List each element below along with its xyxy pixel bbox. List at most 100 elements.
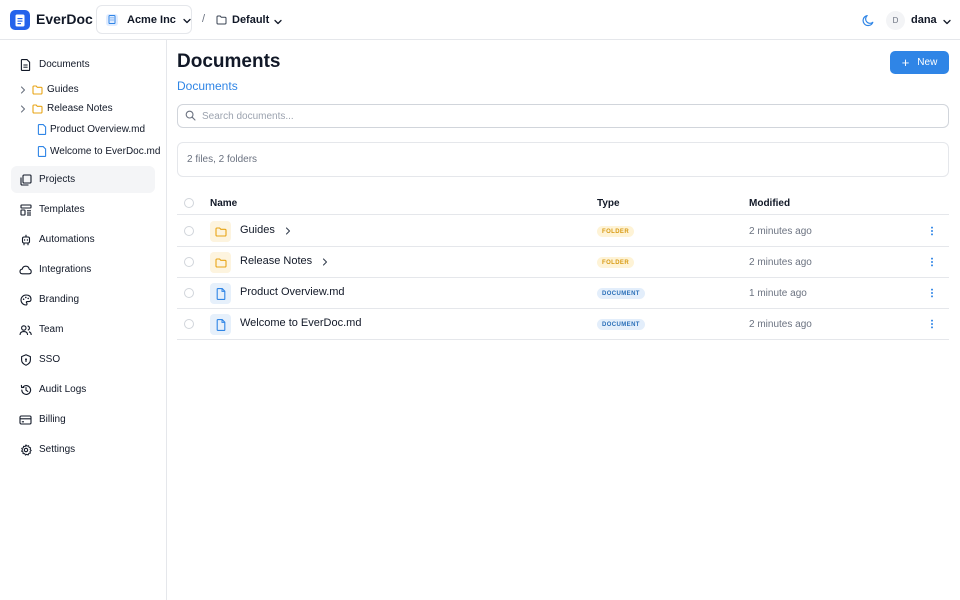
- folder-icon: [216, 13, 227, 28]
- sidebar-item-label: Audit Logs: [39, 384, 87, 395]
- history-icon: [19, 383, 32, 396]
- sidebar-item-settings[interactable]: Settings: [11, 436, 155, 463]
- more-options-icon[interactable]: [927, 224, 937, 238]
- sidebar-item-integrations[interactable]: Integrations: [11, 256, 155, 283]
- tree-item-label: Product Overview.md: [50, 124, 146, 135]
- folder-icon: [32, 103, 43, 114]
- tree-item-label: Guides: [47, 84, 79, 95]
- palette-icon: [19, 293, 32, 306]
- modified-time: 2 minutes ago: [749, 226, 812, 237]
- column-header-name[interactable]: Name: [210, 198, 237, 209]
- sidebar-item-team[interactable]: Team: [11, 316, 155, 343]
- more-options-icon[interactable]: [927, 317, 937, 331]
- org-switcher[interactable]: Acme Inc: [96, 5, 192, 34]
- sidebar-item-label: Team: [39, 324, 64, 335]
- sidebar-item-branding[interactable]: Branding: [11, 286, 155, 313]
- sidebar-item-automations[interactable]: Automations: [11, 226, 155, 253]
- search-box[interactable]: [177, 104, 949, 128]
- cloud-icon: [19, 263, 32, 276]
- shield-icon: [19, 353, 32, 366]
- sidebar-item-templates[interactable]: Templates: [11, 196, 155, 223]
- breadcrumb-separator: /: [202, 13, 206, 25]
- modified-time: 2 minutes ago: [749, 257, 812, 268]
- team-icon: [19, 323, 32, 336]
- sidebar-item-billing[interactable]: Billing: [11, 406, 155, 433]
- table-row[interactable]: Welcome to EverDoc.md DOCUMENT 2 minutes…: [177, 309, 949, 340]
- credit-card-icon: [19, 413, 32, 426]
- file-icon: [210, 314, 231, 335]
- sidebar-item-documents[interactable]: Documents: [11, 51, 155, 78]
- file-icon: [36, 146, 47, 157]
- org-name: Acme Inc: [127, 13, 176, 26]
- chevron-right-icon[interactable]: [18, 104, 28, 114]
- sidebar-item-label: Integrations: [39, 264, 92, 275]
- folder-icon: [210, 252, 231, 273]
- type-badge: DOCUMENT: [597, 288, 645, 299]
- type-badge: FOLDER: [597, 257, 635, 268]
- top-bar: EverDoc Acme Inc / Default D dana: [0, 0, 960, 40]
- building-icon: [106, 13, 118, 26]
- workspace-name: Default: [232, 14, 270, 26]
- row-checkbox[interactable]: [184, 226, 194, 236]
- row-name[interactable]: Product Overview.md: [240, 286, 345, 298]
- more-options-icon[interactable]: [927, 286, 937, 300]
- row-checkbox[interactable]: [184, 288, 194, 298]
- table-row[interactable]: Release Notes FOLDER 2 minutes ago: [177, 247, 949, 278]
- document-logo-icon[interactable]: [10, 10, 30, 30]
- search-icon: [185, 109, 196, 124]
- app-name[interactable]: EverDoc: [36, 11, 93, 27]
- column-header-modified[interactable]: Modified: [749, 198, 790, 209]
- row-name[interactable]: Release Notes: [240, 255, 312, 267]
- workspace-switcher[interactable]: Default: [216, 11, 282, 29]
- chevron-right-icon[interactable]: [18, 85, 28, 95]
- moon-icon[interactable]: [859, 11, 877, 29]
- table-header: Name Type Modified: [177, 192, 949, 215]
- file-icon: [210, 283, 231, 304]
- tree-item-welcome[interactable]: Welcome to EverDoc.md: [32, 143, 160, 160]
- row-checkbox[interactable]: [184, 319, 194, 329]
- tree-item-label: Release Notes: [47, 103, 113, 114]
- sidebar-item-label: Documents: [39, 59, 90, 70]
- plus-icon: +: [901, 55, 910, 70]
- row-checkbox[interactable]: [184, 257, 194, 267]
- row-name[interactable]: Guides: [240, 224, 275, 236]
- more-options-icon[interactable]: [927, 255, 937, 269]
- breadcrumb[interactable]: Documents: [177, 79, 238, 93]
- sidebar-item-label: SSO: [39, 354, 61, 365]
- folder-icon: [210, 221, 231, 242]
- new-button[interactable]: + New: [890, 51, 949, 74]
- sidebar-item-label: Branding: [39, 294, 80, 305]
- document-icon: [19, 58, 32, 71]
- page-title: Documents: [177, 51, 281, 72]
- column-header-type[interactable]: Type: [597, 198, 620, 209]
- sidebar-item-label: Settings: [39, 444, 76, 455]
- tree-item-guides[interactable]: Guides: [18, 81, 79, 98]
- modified-time: 1 minute ago: [749, 288, 807, 299]
- tree-item-product-overview[interactable]: Product Overview.md: [32, 121, 145, 138]
- sidebar-item-projects[interactable]: Projects: [11, 166, 155, 193]
- chevron-right-icon[interactable]: [320, 256, 330, 268]
- table-row[interactable]: Product Overview.md DOCUMENT 1 minute ag…: [177, 278, 949, 309]
- sidebar-item-label: Automations: [39, 234, 95, 245]
- chevron-down-icon: [274, 13, 282, 28]
- sidebar-item-audit-logs[interactable]: Audit Logs: [11, 376, 155, 403]
- chevron-right-icon[interactable]: [283, 225, 293, 237]
- summary-box: 2 files, 2 folders: [177, 142, 949, 177]
- projects-icon: [19, 173, 32, 186]
- tree-item-label: Welcome to EverDoc.md: [50, 146, 161, 157]
- user-menu[interactable]: D dana: [886, 10, 951, 30]
- modified-time: 2 minutes ago: [749, 319, 812, 330]
- table-row[interactable]: Guides FOLDER 2 minutes ago: [177, 216, 949, 247]
- sidebar-item-sso[interactable]: SSO: [11, 346, 155, 373]
- file-icon: [36, 124, 47, 135]
- user-name: dana: [911, 14, 937, 26]
- sidebar-item-label: Projects: [39, 174, 76, 185]
- type-badge: FOLDER: [597, 226, 635, 237]
- templates-icon: [19, 203, 32, 216]
- avatar: D: [886, 10, 905, 30]
- row-name[interactable]: Welcome to EverDoc.md: [240, 317, 361, 329]
- tree-item-release-notes[interactable]: Release Notes: [18, 100, 113, 117]
- summary-text: 2 files, 2 folders: [187, 154, 258, 165]
- search-input[interactable]: [202, 110, 902, 122]
- select-all-checkbox[interactable]: [184, 198, 194, 208]
